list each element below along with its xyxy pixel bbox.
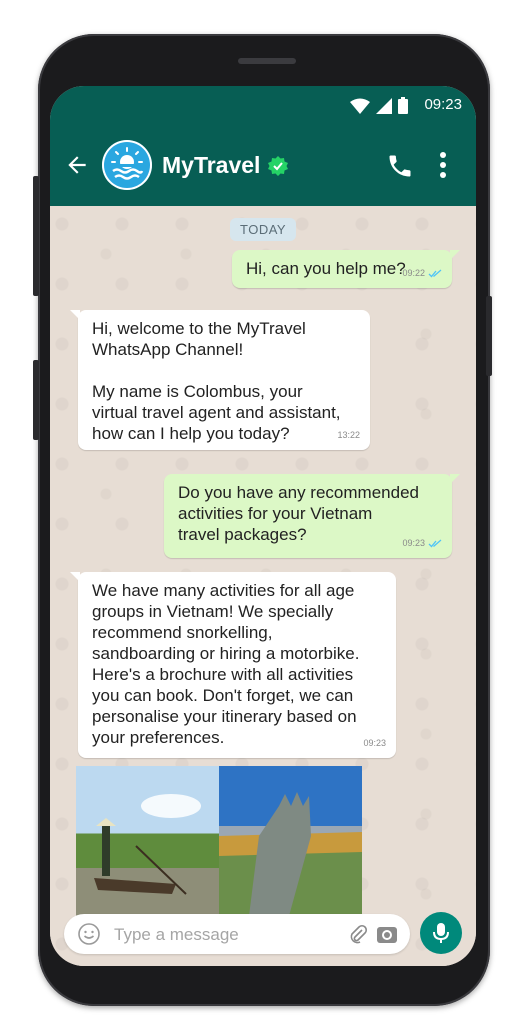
wifi-icon xyxy=(350,98,370,114)
photo-river-boat[interactable] xyxy=(76,766,219,916)
message-meta: 13:22 xyxy=(337,425,360,446)
camera-icon[interactable] xyxy=(376,923,398,945)
message-meta: 09:22 xyxy=(402,263,442,284)
avatar[interactable] xyxy=(102,140,152,190)
message-meta: 09:23 xyxy=(402,533,442,554)
microphone-button[interactable] xyxy=(420,912,462,954)
back-arrow-icon[interactable] xyxy=(64,152,90,178)
message-bubble-incoming[interactable]: We have many activities for all age grou… xyxy=(70,572,396,758)
message-text: Do you have any recommended activities f… xyxy=(178,483,419,544)
phone-side-button xyxy=(33,360,39,440)
message-input[interactable] xyxy=(112,922,336,948)
message-time: 13:22 xyxy=(337,430,360,440)
date-chip: TODAY xyxy=(230,218,297,241)
phone-volume-button xyxy=(33,176,39,296)
battery-icon xyxy=(398,97,408,114)
message-meta: 09:23 xyxy=(363,733,386,754)
message-bubble-incoming[interactable]: Hi, welcome to the MyTravel WhatsApp Cha… xyxy=(70,310,370,450)
phone-screen: 09:23 MyTravel TODAY Hi, can you help me… xyxy=(50,86,476,966)
phone-power-button xyxy=(486,296,492,376)
message-time: 09:23 xyxy=(402,538,425,548)
status-bar: 09:23 xyxy=(50,86,476,124)
status-time: 09:23 xyxy=(424,96,462,113)
message-time: 09:22 xyxy=(402,268,425,278)
message-bubble-outgoing[interactable]: Do you have any recommended activities f… xyxy=(164,474,460,558)
phone-speaker xyxy=(238,58,296,64)
message-time: 09:23 xyxy=(363,738,386,748)
status-icons xyxy=(350,97,408,114)
phone-call-icon[interactable] xyxy=(386,152,414,180)
river-boat-illustration xyxy=(94,794,201,895)
emoji-icon[interactable] xyxy=(78,923,100,945)
double-check-icon xyxy=(428,539,442,548)
message-bubble-outgoing[interactable]: Hi, can you help me? 09:22 xyxy=(232,250,460,288)
brand-logo-icon xyxy=(111,147,144,180)
chat-header: MyTravel xyxy=(50,124,476,206)
more-options-icon[interactable] xyxy=(438,150,448,180)
chat-area[interactable]: TODAY Hi, can you help me? 09:22 Hi, wel… xyxy=(50,206,476,966)
chat-title: MyTravel xyxy=(162,152,261,178)
double-check-icon xyxy=(428,269,442,278)
golden-bridge-illustration xyxy=(219,792,362,916)
message-text: We have many activities for all age grou… xyxy=(92,581,360,747)
microphone-icon xyxy=(433,923,449,943)
message-text: Hi, welcome to the MyTravel WhatsApp Cha… xyxy=(92,319,341,443)
signal-icon xyxy=(376,97,392,114)
verified-badge-icon xyxy=(268,155,289,176)
photo-golden-bridge[interactable] xyxy=(219,766,362,916)
title-group[interactable]: MyTravel xyxy=(162,152,289,179)
image-attachment[interactable] xyxy=(76,766,362,916)
message-composer xyxy=(64,914,410,954)
paperclip-icon[interactable] xyxy=(348,924,368,944)
